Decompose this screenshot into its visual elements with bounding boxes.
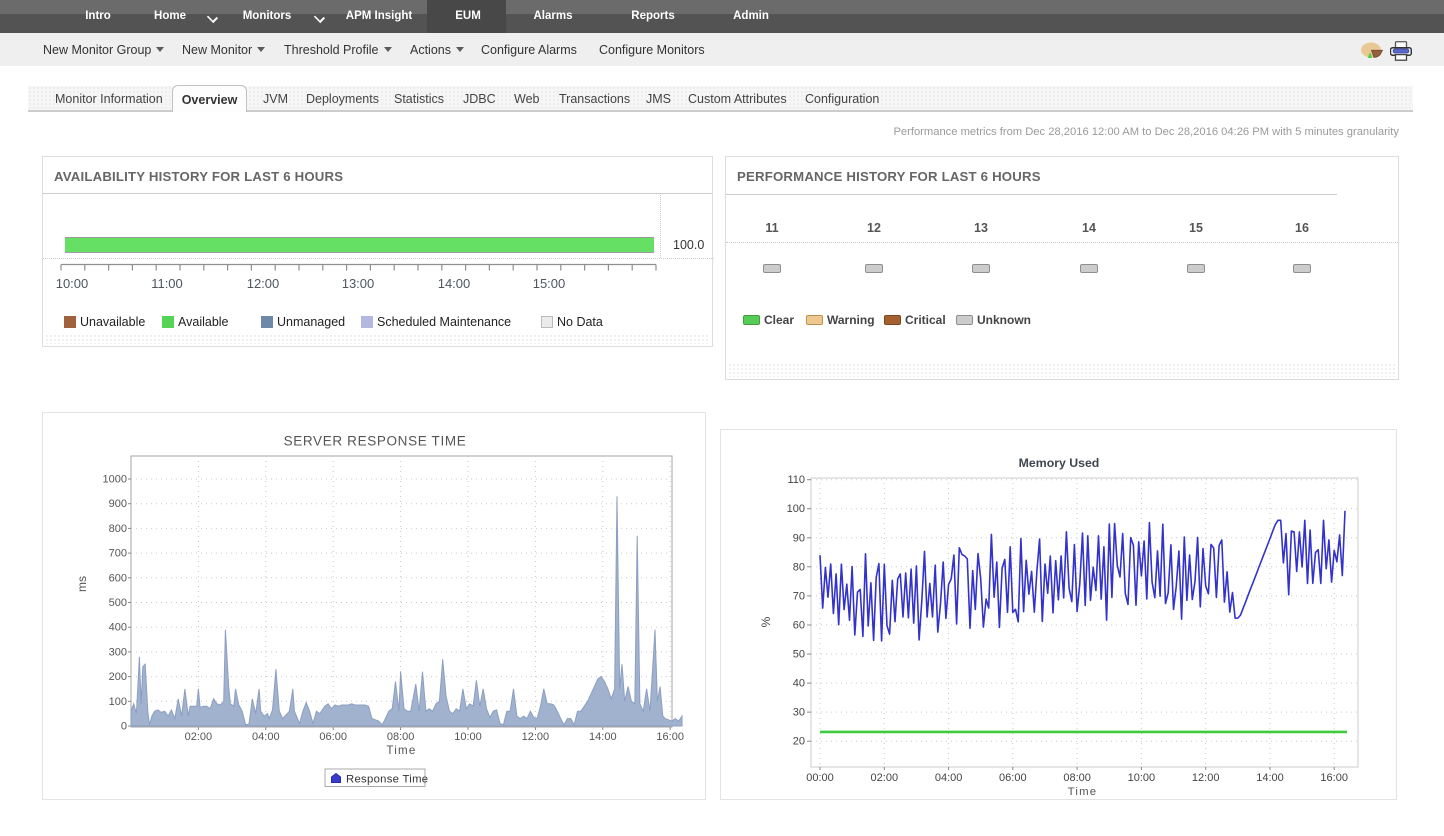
- svg-text:16:00: 16:00: [656, 731, 684, 743]
- svg-text:600: 600: [109, 572, 127, 584]
- svg-text:800: 800: [109, 523, 127, 535]
- svg-text:10:00: 10:00: [454, 731, 482, 743]
- svg-text:80: 80: [793, 561, 805, 573]
- svg-text:14:00: 14:00: [589, 731, 617, 743]
- svg-text:400: 400: [109, 622, 127, 634]
- svg-text:16:00: 16:00: [1320, 772, 1348, 784]
- svg-text:20: 20: [793, 736, 805, 748]
- svg-text:%: %: [759, 616, 773, 627]
- svg-text:00:00: 00:00: [806, 772, 834, 784]
- svg-text:12:00: 12:00: [522, 731, 550, 743]
- svg-text:40: 40: [793, 678, 805, 690]
- svg-text:30: 30: [793, 707, 805, 719]
- svg-text:500: 500: [109, 597, 127, 609]
- svg-text:Time: Time: [1068, 786, 1098, 798]
- svg-text:04:00: 04:00: [252, 731, 280, 743]
- svg-text:900: 900: [109, 498, 127, 510]
- svg-text:Response Time: Response Time: [346, 774, 428, 786]
- svg-text:50: 50: [793, 649, 805, 661]
- svg-text:Time: Time: [386, 744, 416, 757]
- svg-text:08:00: 08:00: [387, 731, 415, 743]
- svg-text:700: 700: [109, 548, 127, 560]
- svg-text:08:00: 08:00: [1063, 772, 1091, 784]
- svg-text:ms: ms: [75, 576, 89, 592]
- svg-text:200: 200: [109, 671, 127, 683]
- svg-text:1000: 1000: [103, 474, 127, 486]
- svg-text:0: 0: [121, 721, 127, 733]
- svg-text:300: 300: [109, 646, 127, 658]
- svg-text:02:00: 02:00: [185, 731, 213, 743]
- svg-text:110: 110: [787, 474, 805, 486]
- svg-text:06:00: 06:00: [999, 772, 1027, 784]
- svg-text:60: 60: [793, 620, 805, 632]
- svg-text:90: 90: [793, 532, 805, 544]
- svg-text:14:00: 14:00: [1256, 772, 1284, 784]
- svg-text:02:00: 02:00: [871, 772, 899, 784]
- svg-text:SERVER RESPONSE TIME: SERVER RESPONSE TIME: [284, 434, 467, 449]
- svg-text:70: 70: [793, 590, 805, 602]
- svg-text:Memory Used: Memory Used: [1019, 456, 1100, 470]
- svg-text:12:00: 12:00: [1192, 772, 1220, 784]
- svg-text:100: 100: [109, 696, 127, 708]
- svg-text:06:00: 06:00: [319, 731, 347, 743]
- svg-text:100: 100: [787, 503, 805, 515]
- svg-text:10:00: 10:00: [1128, 772, 1156, 784]
- svg-text:04:00: 04:00: [935, 772, 963, 784]
